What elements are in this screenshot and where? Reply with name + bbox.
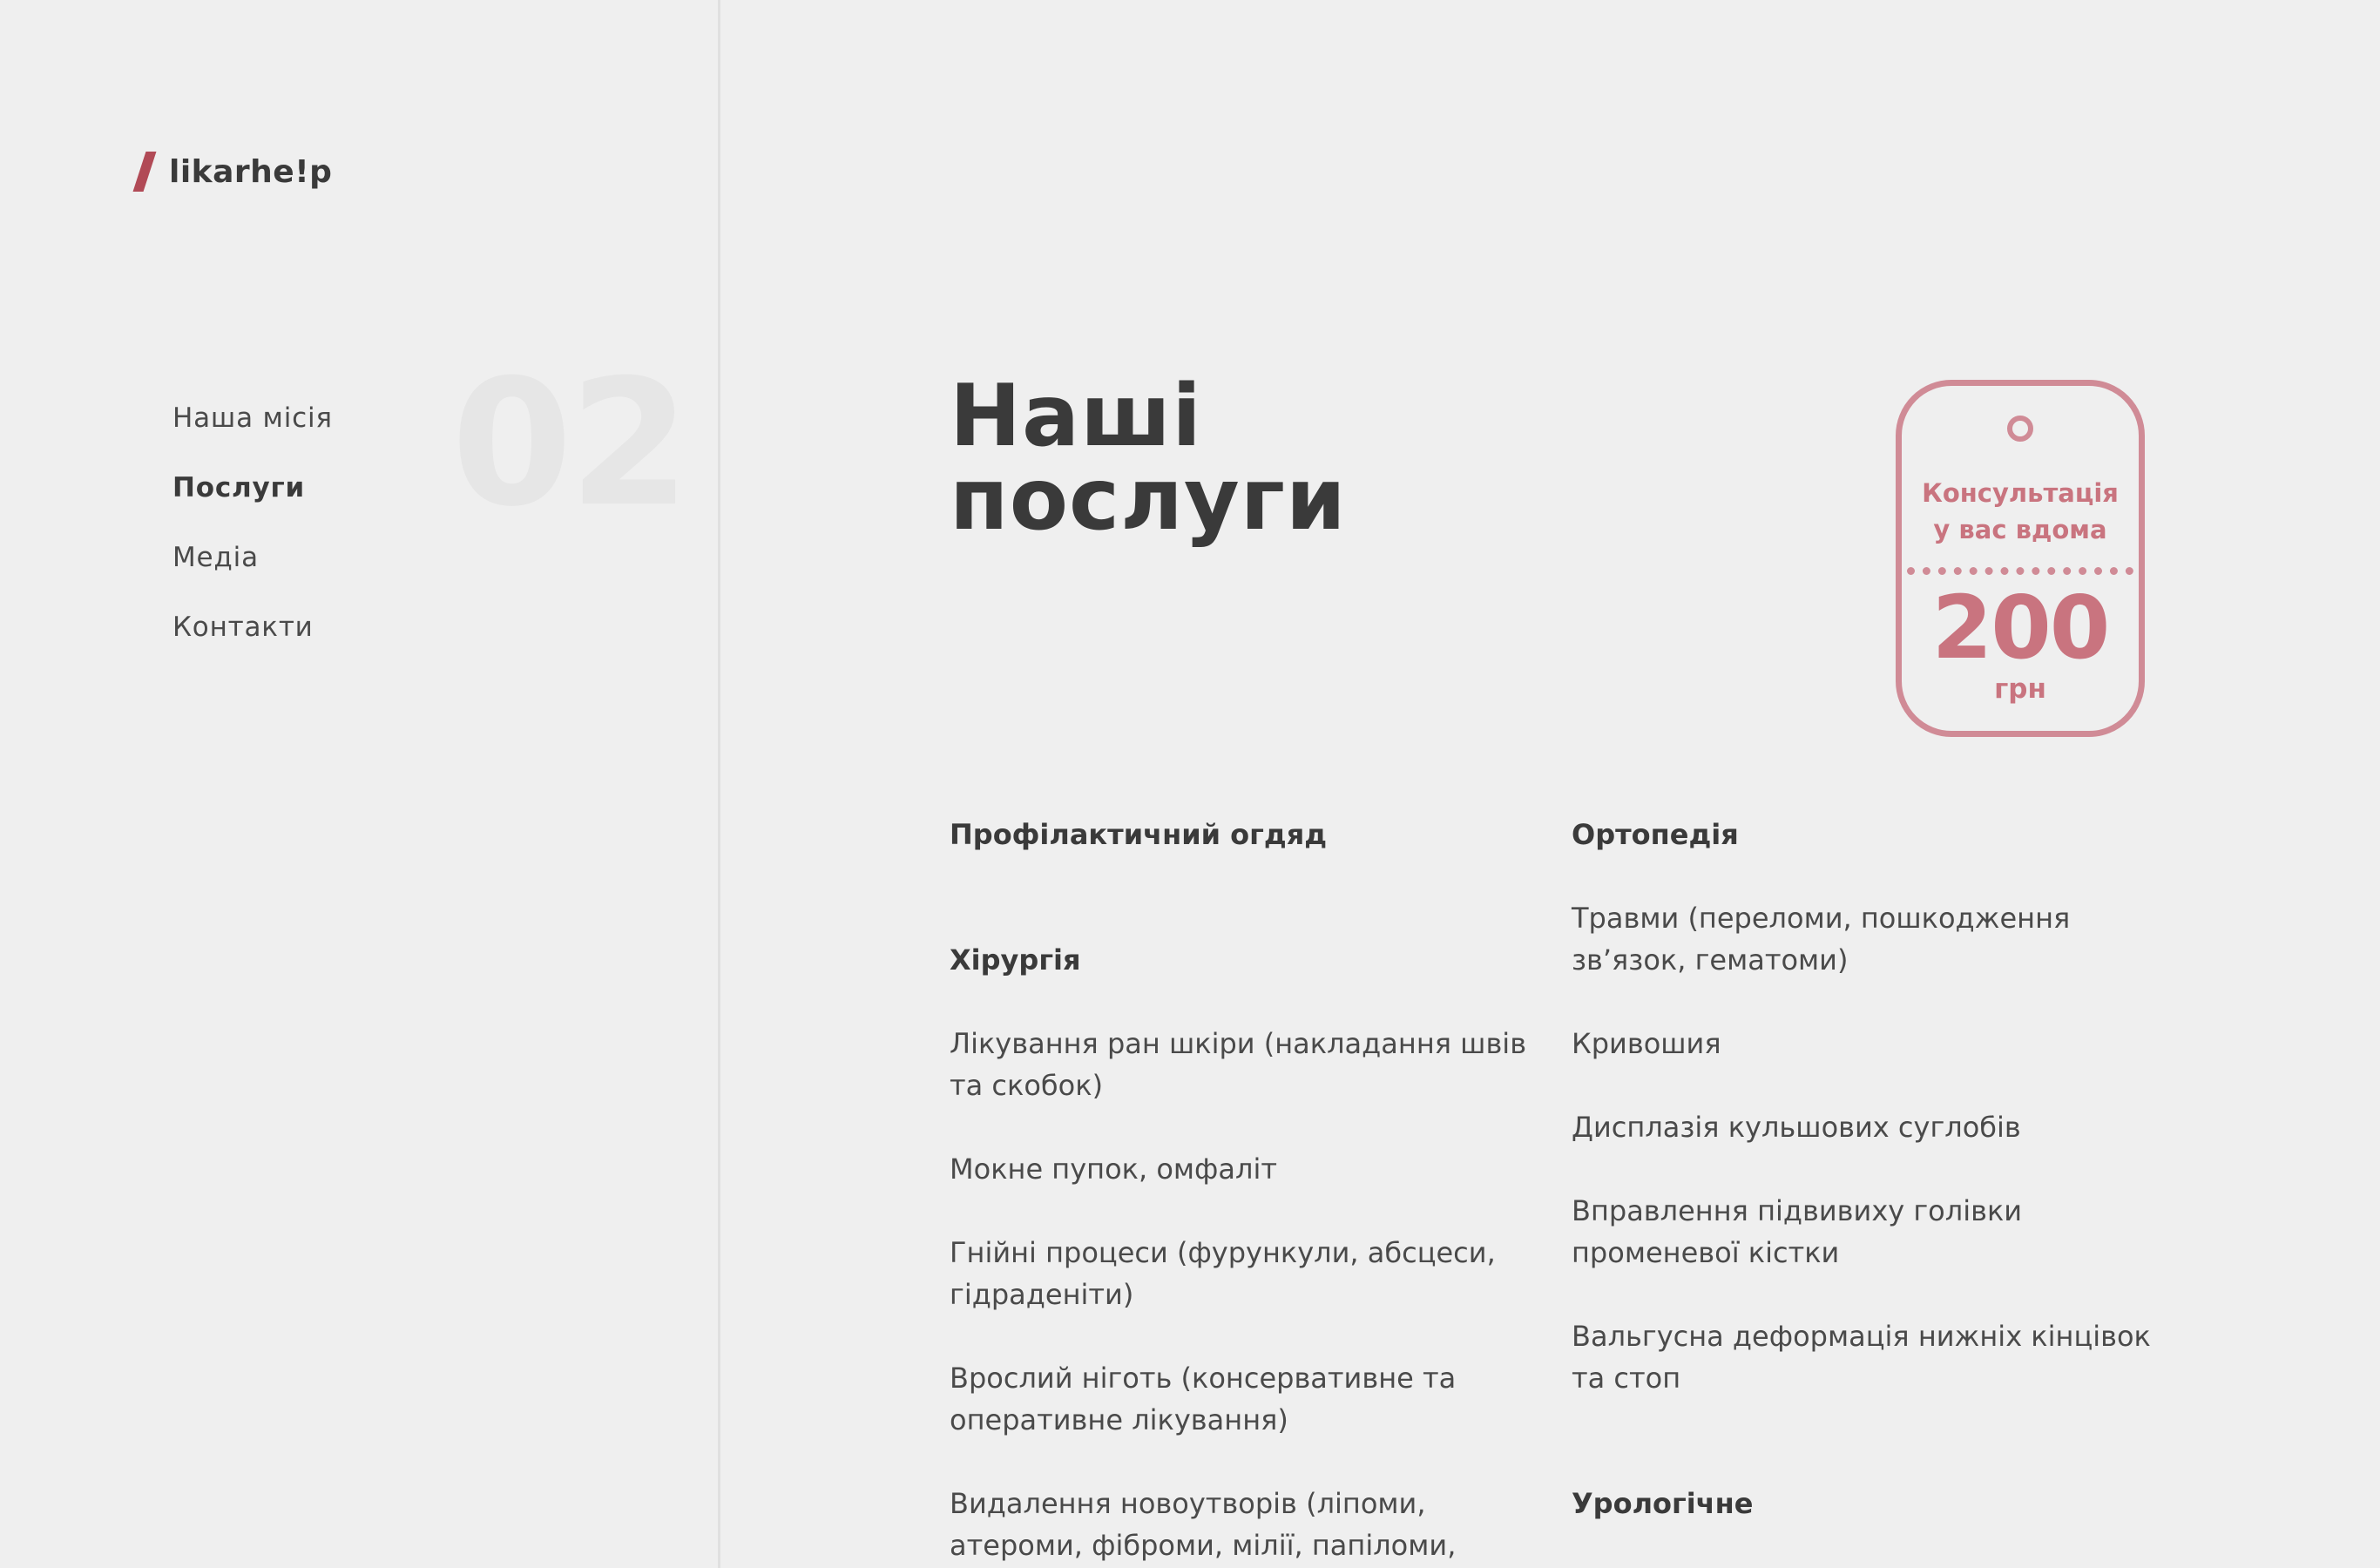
service-item-line: Кривошия — [1572, 1027, 1721, 1060]
service-item-line: гідраденіти) — [950, 1278, 1134, 1311]
price-tag: Консультація у вас вдома 200 грн — [1896, 380, 2145, 737]
service-item-line: променевої кістки — [1572, 1236, 1840, 1269]
service-heading-surgery: Хірургія — [950, 943, 1081, 977]
service-item-line: та стоп — [1572, 1362, 1681, 1395]
section-number: 02 — [451, 342, 690, 545]
service-item-line: Видалення новоутворів (ліпоми, — [950, 1487, 1426, 1520]
service-item-line: Вальгусна деформація нижніх кінцівок — [1572, 1320, 2151, 1353]
logo-slash-icon — [132, 152, 157, 192]
price-tag-line-2: у вас вдома — [1933, 515, 2107, 544]
service-item-line: Мокне пупок, омфаліт — [950, 1152, 1277, 1186]
logo-text: likarhe!p — [169, 153, 333, 190]
service-item: Кривошия — [1572, 1023, 2164, 1064]
service-item: Лікування ран шкіри (накладання швів та … — [950, 1023, 1542, 1106]
logo[interactable]: likarhe!p — [132, 152, 333, 192]
page-title: Наші послуги — [950, 374, 1347, 543]
tag-hole-icon — [2007, 416, 2033, 442]
service-item: Мокне пупок, омфаліт — [950, 1148, 1542, 1190]
service-item-line: атероми, фіброми, мілії, папіломи, — [950, 1529, 1457, 1562]
price-tag-line-1: Консультація — [1922, 478, 2119, 508]
service-item-line: Травми (переломи, пошкодження — [1572, 902, 2071, 935]
service-item: Травми (переломи, пошкодження зв’язок, г… — [1572, 897, 2164, 981]
services-column-left: Профілактичний огдяд Хірургія Лікування … — [950, 814, 1542, 1566]
nav-item-services[interactable]: Послуги — [172, 453, 333, 523]
service-item-line: та скобок) — [950, 1069, 1104, 1102]
service-item: Дисплазія кульшових суглобів — [1572, 1106, 2164, 1148]
service-item-line: оперативне лікування) — [950, 1403, 1288, 1436]
page-title-line-2: послуги — [950, 450, 1347, 550]
service-heading-urology: Урологічне — [1572, 1487, 1754, 1520]
service-item: Гнійні процеси (фурункули, абсцеси, гідр… — [950, 1232, 1542, 1315]
price-value: 200 — [1931, 577, 2111, 679]
service-item: Врослий ніготь (консервативне та операти… — [950, 1357, 1542, 1441]
price-tag-title: Консультація у вас вдома — [1902, 475, 2139, 548]
nav-item-media[interactable]: Медіа — [172, 523, 333, 592]
nav-item-mission[interactable]: Наша місія — [172, 383, 333, 453]
nav-item-contacts[interactable]: Контакти — [172, 592, 333, 662]
service-item-line: Вправлення підвивиху голівки — [1572, 1194, 2023, 1227]
price-currency: грн — [1994, 673, 2046, 705]
services-column-right: Ортопедія Травми (переломи, пошкодження … — [1572, 814, 2164, 1524]
service-item-line: зв’язок, гематоми) — [1572, 943, 1849, 977]
service-item-line: Врослий ніготь (консервативне та — [950, 1362, 1457, 1395]
service-item-line: Дисплазія кульшових суглобів — [1572, 1111, 2021, 1144]
service-item: Видалення новоутворів (ліпоми, атероми, … — [950, 1483, 1542, 1566]
tag-dotted-divider — [1907, 567, 2133, 575]
service-heading-preventive: Профілактичний огдяд — [950, 818, 1328, 851]
service-item-line: Лікування ран шкіри (накладання швів — [950, 1027, 1527, 1060]
service-item: Вальгусна деформація нижніх кінцівок та … — [1572, 1315, 2164, 1399]
service-item: Вправлення підвивиху голівки променевої … — [1572, 1190, 2164, 1274]
service-item-line: Гнійні процеси (фурункули, абсцеси, — [950, 1236, 1496, 1269]
service-heading-orthopedics: Ортопедія — [1572, 818, 1739, 851]
sidebar: likarhe!p 02 Наша місія Послуги Медіа Ко… — [0, 0, 720, 1568]
main-nav: Наша місія Послуги Медіа Контакти — [172, 383, 333, 662]
